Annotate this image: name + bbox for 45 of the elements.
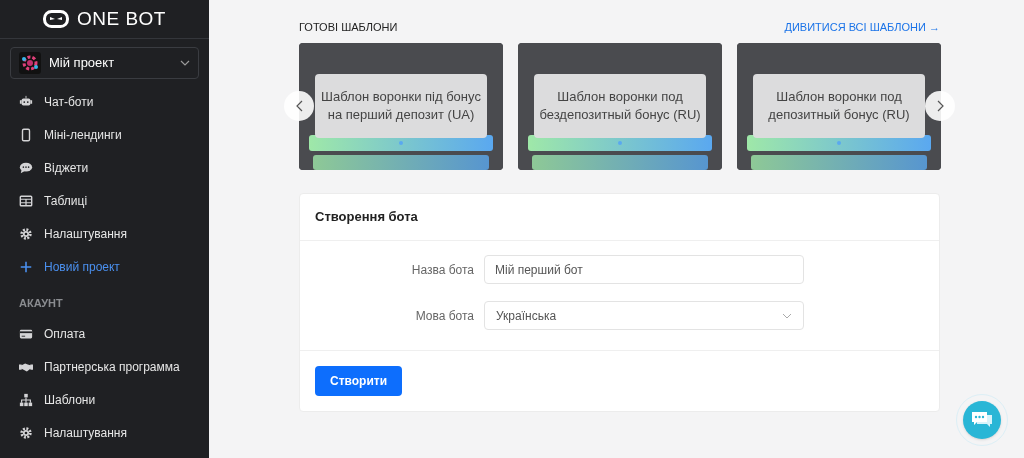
logo-icon [43, 10, 70, 28]
chat-icon [19, 160, 33, 175]
template-caption: Шаблон воронки под депозитный бонус (RU) [753, 74, 925, 138]
field-label: Назва бота [410, 261, 475, 279]
sidebar-item[interactable]: Віджети [0, 151, 209, 184]
settings-icon [19, 226, 33, 241]
template-card[interactable]: Шаблон воронки под бездепозитный бонус (RU) [518, 43, 722, 170]
template-caption: Шаблон воронки под бездепозитный бонус (RU) [534, 74, 706, 138]
chevron-down-icon [180, 60, 190, 66]
field-label: Мова бота [414, 307, 475, 325]
input-field[interactable]: Мій перший бот [484, 255, 804, 284]
project-icon [19, 52, 41, 74]
sidebar-item[interactable]: Оплата [0, 317, 209, 351]
sidebar-item[interactable]: Чат-боти [0, 85, 209, 118]
sidebar-item[interactable]: Міні-лендинги [0, 118, 209, 151]
chevron-down-icon [782, 312, 792, 319]
project-selector[interactable]: Мій проект [10, 47, 199, 79]
chevron-right-icon [936, 100, 944, 112]
credit-card-icon [19, 327, 33, 341]
previous-button[interactable] [284, 91, 314, 121]
table-icon [19, 193, 33, 208]
settings-icon [19, 426, 33, 440]
create-button[interactable]: Створити [315, 366, 403, 396]
sidebar-item[interactable]: Налаштування [0, 217, 209, 250]
chat-icon [971, 411, 993, 429]
sidebar-item[interactable]: Партнерська программа [0, 350, 209, 384]
plus-icon [19, 259, 33, 274]
chevron-left-icon [295, 100, 303, 112]
sidebar-item[interactable]: Шаблони [0, 383, 209, 417]
sidebar-item[interactable]: Новий проект [0, 250, 209, 283]
card-title: Створення бота [315, 208, 418, 227]
phone-icon [19, 127, 33, 142]
sitemap-icon [19, 393, 33, 407]
sidebar-item[interactable]: Таблиці [0, 184, 209, 217]
sidebar-item[interactable]: Налаштування [0, 416, 209, 450]
section-title: ГОТОВІ ШАБЛОНИ [299, 19, 398, 35]
language-select[interactable]: Українська [484, 301, 804, 330]
view-all-link[interactable]: ДИВИТИСЯ ВСІ ШАБЛОНИ → [784, 18, 940, 36]
template-card[interactable]: Шаблон воронки під бонус на перший депозит (UA) [299, 43, 503, 170]
template-card[interactable]: Шаблон воронки под депозитный бонус (RU) [737, 43, 941, 170]
section-heading: АКАУНТ [18, 296, 64, 311]
project-name: Мій проект [49, 54, 116, 73]
next-button[interactable] [925, 91, 955, 121]
template-caption: Шаблон воронки під бонус на перший депозит (UA) [315, 74, 487, 138]
logo-text: ONE BOT [77, 6, 166, 31]
